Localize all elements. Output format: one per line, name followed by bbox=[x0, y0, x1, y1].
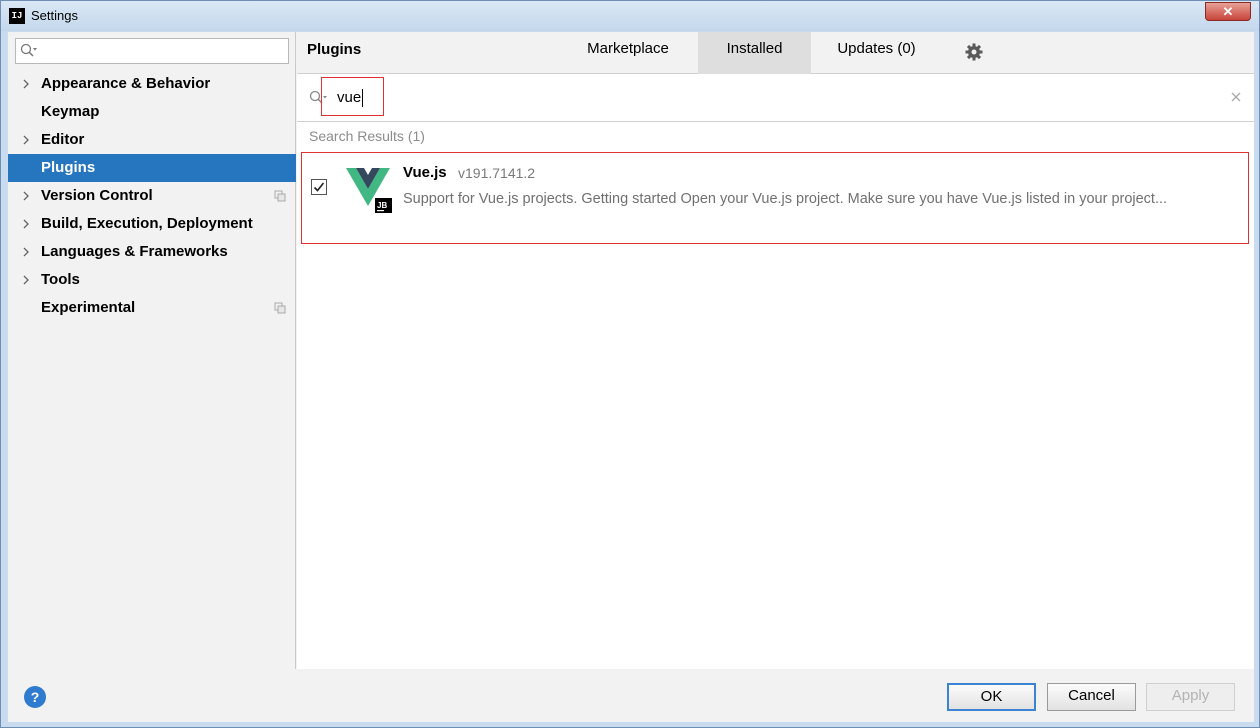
plugin-version: v191.7141.2 bbox=[458, 165, 536, 181]
chevron-right-icon[interactable] bbox=[21, 247, 31, 257]
sidebar-item-label: Appearance & Behavior bbox=[41, 75, 211, 92]
sidebar-item-label: Editor bbox=[41, 131, 85, 148]
plugins-header: Plugins Marketplace Installed Updates (0… bbox=[297, 32, 1254, 74]
search-icon bbox=[20, 43, 37, 57]
search-results-label: Search Results (1) bbox=[309, 128, 425, 144]
ok-button[interactable]: OK bbox=[947, 683, 1036, 711]
sidebar-item-label: Languages & Frameworks bbox=[41, 243, 228, 260]
plugin-name: Vue.js bbox=[403, 164, 447, 181]
window-title: Settings bbox=[31, 8, 78, 23]
sidebar-item-label: Keymap bbox=[41, 103, 100, 120]
clear-icon[interactable] bbox=[1230, 91, 1242, 103]
settings-window: IJ Settings ✕ Appearance & Behavior Keyma… bbox=[0, 0, 1260, 728]
gear-icon[interactable] bbox=[965, 43, 983, 61]
sidebar-item-version-control[interactable]: Version Control bbox=[8, 182, 296, 210]
close-window-button[interactable]: ✕ bbox=[1205, 2, 1251, 21]
plugin-search-bar[interactable]: vue bbox=[297, 75, 1254, 122]
sidebar-search-input[interactable] bbox=[15, 38, 289, 64]
dialog-footer: ? OK Cancel Apply bbox=[8, 669, 1254, 722]
vue-logo-icon: JB bbox=[346, 166, 394, 218]
plugin-list-item[interactable]: JB Vue.js v191.7141.2 Support for Vue.js… bbox=[301, 152, 1249, 244]
page-title: Plugins bbox=[307, 41, 362, 58]
check-icon bbox=[313, 182, 325, 192]
sidebar-item-editor[interactable]: Editor bbox=[8, 126, 296, 154]
highlight-box bbox=[321, 77, 384, 116]
tab-updates[interactable]: Updates (0) bbox=[819, 32, 934, 74]
settings-sidebar: Appearance & Behavior Keymap Editor Plugins… bbox=[8, 32, 296, 669]
dialog-body: Appearance & Behavior Keymap Editor Plugins… bbox=[8, 32, 1254, 722]
chevron-right-icon[interactable] bbox=[21, 79, 31, 89]
chevron-right-icon[interactable] bbox=[21, 191, 31, 201]
apply-button[interactable]: Apply bbox=[1146, 683, 1235, 711]
plugins-pane: Plugins Marketplace Installed Updates (0… bbox=[297, 32, 1254, 669]
sidebar-item-label: Version Control bbox=[41, 187, 153, 204]
sidebar-item-label: Experimental bbox=[41, 299, 136, 316]
tab-marketplace[interactable]: Marketplace bbox=[567, 32, 689, 74]
sidebar-item-plugins[interactable]: Plugins bbox=[8, 154, 296, 182]
plugin-enabled-checkbox[interactable] bbox=[311, 179, 327, 195]
title-bar: IJ Settings ✕ bbox=[1, 1, 1259, 31]
chevron-right-icon[interactable] bbox=[21, 275, 31, 285]
sidebar-item-label: Plugins bbox=[41, 159, 96, 176]
cancel-button[interactable]: Cancel bbox=[1047, 683, 1136, 711]
help-icon[interactable]: ? bbox=[24, 686, 46, 708]
app-icon: IJ bbox=[9, 8, 25, 24]
jb-badge: JB bbox=[377, 201, 387, 210]
sidebar-item-appearance-behavior[interactable]: Appearance & Behavior bbox=[8, 70, 296, 98]
sidebar-item-build-execution-deployment[interactable]: Build, Execution, Deployment bbox=[8, 210, 296, 238]
chevron-right-icon[interactable] bbox=[21, 219, 31, 229]
plugin-description: Support for Vue.js projects. Getting sta… bbox=[403, 191, 1168, 207]
sidebar-item-label: Build, Execution, Deployment bbox=[41, 215, 253, 232]
sidebar-item-tools[interactable]: Tools bbox=[8, 266, 296, 294]
project-scope-icon bbox=[274, 190, 286, 202]
settings-nav-list: Appearance & Behavior Keymap Editor Plugins… bbox=[8, 70, 296, 322]
chevron-right-icon[interactable] bbox=[21, 135, 31, 145]
tab-installed[interactable]: Installed bbox=[698, 32, 811, 74]
sidebar-item-languages-frameworks[interactable]: Languages & Frameworks bbox=[8, 238, 296, 266]
sidebar-item-experimental[interactable]: Experimental bbox=[8, 294, 296, 322]
project-scope-icon bbox=[274, 302, 286, 314]
sidebar-item-label: Tools bbox=[41, 271, 80, 288]
sidebar-item-keymap[interactable]: Keymap bbox=[8, 98, 296, 126]
